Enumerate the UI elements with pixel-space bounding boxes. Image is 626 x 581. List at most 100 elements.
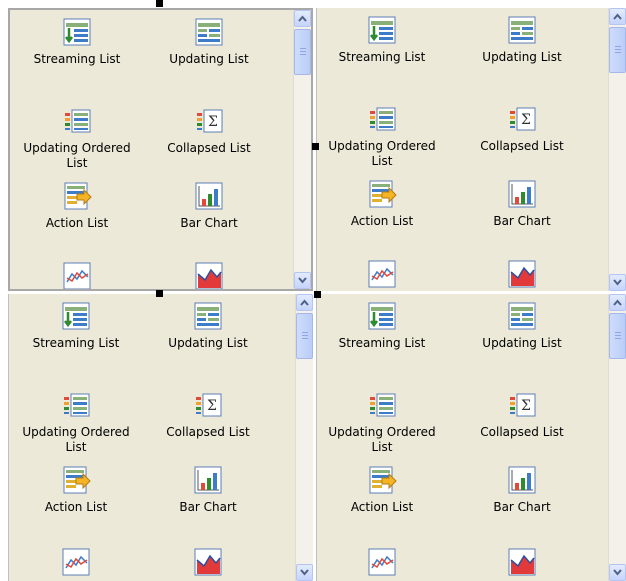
line-chart-icon [63, 262, 91, 289]
chart-palette-panel-3: Streaming List Updating List Updating Or… [8, 294, 313, 581]
palette-item-line-chart[interactable] [317, 546, 447, 581]
scroll-up-button[interactable] [609, 294, 626, 311]
palette-item-updating-list[interactable]: Updating List [457, 300, 587, 351]
svg-text:Σ: Σ [207, 398, 217, 414]
palette-item-label: Streaming List [32, 336, 120, 350]
palette-item-collapsed-list[interactable]: Σ Collapsed List [143, 389, 273, 440]
palette-item-label: Action List [350, 500, 414, 514]
resize-handle-right[interactable] [312, 143, 319, 150]
palette-item-updating-ordered-list[interactable]: Updating Ordered List [317, 389, 447, 455]
collapsed-list-icon: Σ [510, 393, 536, 417]
palette-item-line-chart[interactable] [12, 260, 142, 289]
action-list-icon [64, 182, 92, 210]
palette-item-streaming-list[interactable]: Streaming List [317, 300, 447, 351]
scroll-down-button[interactable] [609, 564, 626, 581]
scroll-down-button[interactable] [296, 564, 313, 581]
palette-item-action-list[interactable]: Action List [317, 464, 447, 515]
svg-text:Σ: Σ [521, 398, 531, 414]
palette-item-collapsed-list[interactable]: Σ Collapsed List [457, 389, 587, 440]
palette-item-action-list[interactable]: Action List [12, 180, 142, 231]
scroll-up-button[interactable] [294, 10, 311, 27]
palette-item-label: Bar Chart [493, 500, 551, 514]
palette-item-streaming-list[interactable]: Streaming List [12, 16, 142, 67]
resize-handle-top[interactable] [156, 0, 163, 7]
palette-grid: Streaming List Updating List Updating Or… [10, 10, 293, 289]
updating-ordered-list-icon [64, 393, 90, 417]
scroll-thumb[interactable] [296, 313, 313, 359]
palette-item-bar-chart[interactable]: Bar Chart [144, 180, 274, 231]
palette-item-bar-chart[interactable]: Bar Chart [143, 464, 273, 515]
resize-handle-bottom[interactable] [156, 290, 163, 297]
chevron-up-icon [300, 299, 309, 306]
palette-item-streaming-list[interactable]: Streaming List [317, 14, 447, 65]
action-list-icon [369, 466, 397, 494]
palette-item-updating-list[interactable]: Updating List [143, 300, 273, 351]
palette-item-label: Updating List [168, 336, 248, 350]
chart-palette-panel-1: Streaming List Updating List Updating Or… [8, 8, 313, 291]
palette-item-label: Collapsed List [480, 139, 564, 153]
palette-item-area-chart[interactable] [144, 260, 274, 289]
chevron-down-icon [298, 277, 307, 284]
vertical-scrollbar[interactable] [608, 294, 626, 581]
palette-item-label: Updating List [169, 52, 249, 66]
palette-item-streaming-list[interactable]: Streaming List [11, 300, 141, 351]
scroll-thumb[interactable] [609, 27, 626, 73]
scroll-down-button[interactable] [609, 274, 626, 291]
resize-handle-bottom-right[interactable] [314, 291, 321, 298]
palette-grid: Streaming List Updating List Updating Or… [9, 294, 295, 581]
palette-item-updating-ordered-list[interactable]: Updating Ordered List [12, 105, 142, 171]
palette-item-updating-ordered-list[interactable]: Updating Ordered List [317, 103, 447, 169]
scroll-thumb[interactable] [294, 29, 311, 75]
palette-item-updating-list[interactable]: Updating List [144, 16, 274, 67]
palette-item-bar-chart[interactable]: Bar Chart [457, 178, 587, 229]
chevron-down-icon [613, 279, 622, 286]
area-chart-icon [508, 260, 536, 288]
palette-item-updating-ordered-list[interactable]: Updating Ordered List [11, 389, 141, 455]
palette-item-area-chart[interactable] [143, 546, 273, 581]
scroll-up-button[interactable] [296, 294, 313, 311]
action-list-icon [369, 180, 397, 208]
palette-item-label: Bar Chart [180, 216, 238, 230]
palette-item-label: Updating Ordered List [22, 425, 130, 454]
palette-item-label: Action List [45, 216, 109, 230]
updating-list-icon [194, 302, 222, 330]
palette-item-bar-chart[interactable]: Bar Chart [457, 464, 587, 515]
scroll-up-button[interactable] [609, 8, 626, 25]
palette-item-collapsed-list[interactable]: Σ Collapsed List [457, 103, 587, 154]
line-chart-icon [368, 260, 396, 288]
updating-ordered-list-icon [370, 107, 396, 131]
vertical-scrollbar[interactable] [295, 294, 313, 581]
scroll-down-button[interactable] [294, 272, 311, 289]
svg-text:Σ: Σ [208, 114, 218, 130]
line-chart-icon [62, 548, 90, 576]
scroll-thumb[interactable] [609, 313, 626, 359]
palette-item-action-list[interactable]: Action List [317, 178, 447, 229]
bar-chart-icon [508, 466, 536, 494]
palette-item-label: Bar Chart [179, 500, 237, 514]
palette-item-updating-list[interactable]: Updating List [457, 14, 587, 65]
updating-list-icon [195, 18, 223, 46]
updating-list-icon [508, 302, 536, 330]
palette-item-area-chart[interactable] [457, 258, 587, 291]
palette-item-area-chart[interactable] [457, 546, 587, 581]
streaming-list-icon [62, 302, 90, 330]
palette-item-label: Updating Ordered List [328, 425, 436, 454]
bar-chart-icon [508, 180, 536, 208]
updating-ordered-list-icon [65, 109, 91, 133]
palette-item-label: Streaming List [33, 52, 121, 66]
palette-item-line-chart[interactable] [317, 258, 447, 291]
area-chart-icon [194, 548, 222, 576]
palette-item-label: Collapsed List [167, 141, 251, 155]
streaming-list-icon [63, 18, 91, 46]
vertical-scrollbar[interactable] [293, 10, 311, 289]
updating-list-icon [508, 16, 536, 44]
palette-item-action-list[interactable]: Action List [11, 464, 141, 515]
palette-item-collapsed-list[interactable]: Σ Collapsed List [144, 105, 274, 156]
bar-chart-icon [195, 182, 223, 210]
chevron-up-icon [613, 299, 622, 306]
palette-item-label: Action List [44, 500, 108, 514]
vertical-scrollbar[interactable] [608, 8, 626, 291]
chevron-down-icon [300, 569, 309, 576]
palette-item-line-chart[interactable] [11, 546, 141, 581]
chevron-down-icon [613, 569, 622, 576]
